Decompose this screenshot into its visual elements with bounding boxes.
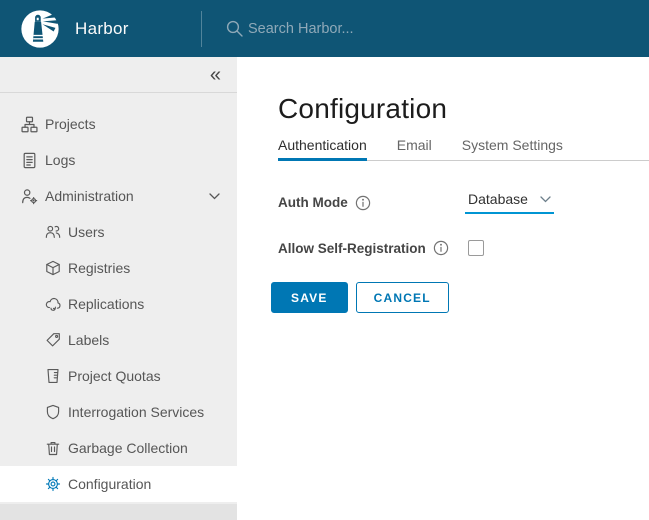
sidebar-item-administration[interactable]: Administration bbox=[0, 178, 237, 214]
chevron-down-icon bbox=[540, 196, 551, 203]
label-tag-icon bbox=[46, 333, 60, 347]
sidebar-item-label: Configuration bbox=[68, 476, 152, 492]
sidebar-item-labels[interactable]: Labels bbox=[0, 322, 237, 358]
sidebar-item-label: Users bbox=[68, 224, 105, 240]
cancel-button[interactable]: CANCEL bbox=[355, 282, 449, 314]
harbor-lighthouse-logo bbox=[21, 9, 59, 48]
self-registration-label: Allow Self-Registration bbox=[278, 240, 426, 256]
sidebar-nav: Projects Logs Administration Users Regis… bbox=[0, 93, 237, 502]
users-icon bbox=[45, 225, 61, 238]
save-button[interactable]: SAVE bbox=[271, 282, 348, 314]
sidebar-item-label: Labels bbox=[68, 332, 110, 348]
shield-icon bbox=[46, 404, 60, 420]
sidebar-item-label: Replications bbox=[68, 296, 145, 312]
sidebar-item-logs[interactable]: Logs bbox=[0, 142, 237, 178]
app-title: Harbor bbox=[75, 18, 129, 38]
sidebar-item-garbage-collection[interactable]: Garbage Collection bbox=[0, 430, 237, 466]
sidebar-item-label: Project Quotas bbox=[68, 368, 161, 384]
registry-cube-icon bbox=[46, 260, 60, 276]
sidebar-item-label: Projects bbox=[45, 116, 96, 132]
self-registration-checkbox[interactable] bbox=[468, 240, 484, 257]
sidebar-item-label: Garbage Collection bbox=[68, 440, 188, 456]
sidebar-item-label: Administration bbox=[45, 188, 134, 204]
quota-measure-icon bbox=[47, 369, 59, 383]
projects-icon bbox=[21, 116, 38, 132]
sidebar-item-project-quotas[interactable]: Project Quotas bbox=[0, 358, 237, 394]
page-title: Configuration bbox=[278, 93, 448, 124]
main-content: Configuration Authentication Email Syste… bbox=[237, 57, 649, 520]
tab-bar: Authentication Email System Settings bbox=[278, 137, 649, 162]
header-search bbox=[225, 19, 649, 38]
info-icon[interactable] bbox=[433, 240, 449, 256]
sidebar-item-registries[interactable]: Registries bbox=[0, 250, 237, 286]
logs-icon bbox=[23, 152, 36, 168]
sidebar-item-users[interactable]: Users bbox=[0, 214, 237, 250]
auth-mode-label: Auth Mode bbox=[278, 195, 348, 211]
sidebar-item-label: Interrogation Services bbox=[68, 404, 205, 420]
self-registration-row: Allow Self-Registration bbox=[278, 240, 649, 257]
brand-home-link[interactable]: Harbor bbox=[0, 9, 181, 49]
administrator-icon bbox=[22, 188, 38, 204]
tab-authentication[interactable]: Authentication bbox=[278, 137, 367, 162]
sidebar-collapse-row: « bbox=[0, 57, 237, 93]
auth-mode-select[interactable]: Database bbox=[465, 191, 554, 215]
collapse-sidebar-button[interactable]: « bbox=[210, 65, 221, 85]
header-divider bbox=[201, 10, 202, 47]
trash-icon bbox=[46, 442, 60, 456]
search-icon bbox=[226, 20, 243, 37]
gear-icon bbox=[45, 476, 61, 492]
auth-mode-row: Auth Mode Database bbox=[278, 191, 649, 215]
sidebar-item-replications[interactable]: Replications bbox=[0, 286, 237, 322]
auth-mode-selected-value: Database bbox=[468, 191, 528, 208]
harbor-app: Harbor « bbox=[0, 0, 649, 520]
auth-settings-form: Auth Mode Database Allow Self-Registrati… bbox=[271, 191, 649, 314]
sidebar: « Projects Logs Administration Users Reg… bbox=[0, 57, 237, 520]
form-actions: SAVE CANCEL bbox=[271, 282, 649, 314]
sidebar-item-interrogation-services[interactable]: Interrogation Services bbox=[0, 394, 237, 430]
sidebar-item-label: Registries bbox=[68, 260, 131, 276]
sidebar-item-configuration[interactable]: Configuration bbox=[0, 466, 237, 502]
sidebar-item-label: Logs bbox=[45, 152, 76, 168]
search-input[interactable] bbox=[248, 20, 588, 37]
tab-email[interactable]: Email bbox=[397, 137, 432, 160]
app-header: Harbor bbox=[0, 0, 649, 57]
tab-system-settings[interactable]: System Settings bbox=[462, 137, 563, 160]
replication-cloud-icon bbox=[45, 297, 61, 311]
info-icon[interactable] bbox=[355, 195, 371, 211]
chevron-down-icon bbox=[209, 192, 220, 199]
sidebar-item-projects[interactable]: Projects bbox=[0, 106, 237, 142]
sidebar-bottom-strip bbox=[0, 504, 237, 520]
